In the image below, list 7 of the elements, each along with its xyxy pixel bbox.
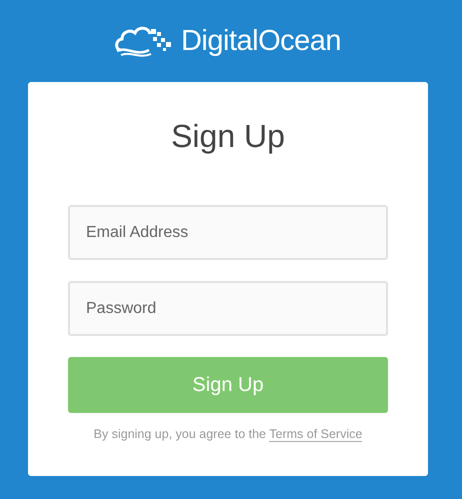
terms-link[interactable]: Terms of Service bbox=[269, 427, 362, 442]
input-field[interactable]: Password bbox=[68, 281, 388, 336]
brand-name: DigitalOcean bbox=[180, 24, 342, 58]
input-field[interactable]: Email Address bbox=[68, 205, 388, 260]
form-title: Sign Up bbox=[170, 118, 286, 156]
sign-up-button[interactable]: Sign Up bbox=[68, 357, 388, 413]
terms-text: By signing up, you agree to the bbox=[94, 427, 266, 441]
